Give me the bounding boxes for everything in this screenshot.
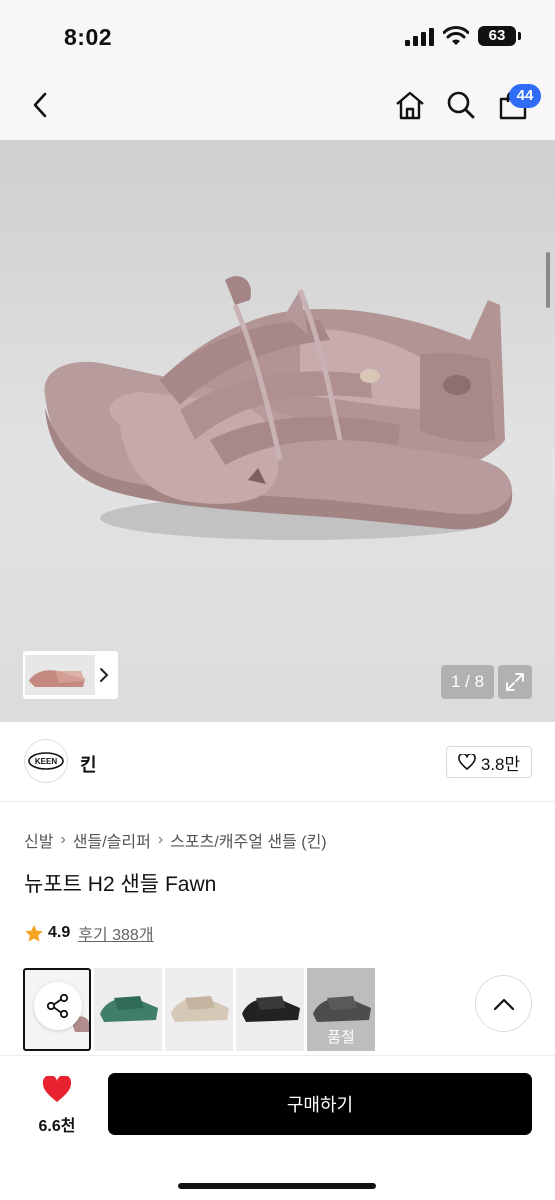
home-indicator xyxy=(178,1183,376,1189)
heart-filled-icon xyxy=(42,1075,72,1102)
product-image-gallery[interactable] xyxy=(0,140,555,722)
signal-icon xyxy=(405,28,434,46)
color-option-black-soldout[interactable]: 품절 xyxy=(307,968,375,1051)
breadcrumb-separator-icon: › xyxy=(157,831,164,848)
color-option-beige[interactable] xyxy=(165,968,233,1051)
brand-name[interactable]: 킨 xyxy=(80,751,97,777)
wifi-icon xyxy=(443,26,469,45)
rating-score: 4.9 xyxy=(48,924,71,941)
expand-image-button[interactable] xyxy=(498,665,532,699)
top-nav xyxy=(0,70,555,140)
star-icon xyxy=(25,924,43,942)
bottom-action-bar: 6.6천 구매하기 xyxy=(0,1055,555,1200)
battery-level: 63 xyxy=(488,27,506,44)
chevron-up-icon xyxy=(493,998,514,1010)
scroll-to-top-button[interactable] xyxy=(475,975,532,1032)
battery-cap xyxy=(518,32,521,40)
brand-like-button[interactable]: 3.8만 xyxy=(446,746,532,778)
chevron-right-icon xyxy=(100,668,109,682)
option-thumbnail xyxy=(242,996,300,1022)
share-icon xyxy=(46,993,69,1019)
expand-icon xyxy=(506,673,524,691)
color-option-black[interactable] xyxy=(236,968,304,1051)
status-bar: 8:02 63 xyxy=(0,0,555,70)
thumbnail-strip-button[interactable] xyxy=(23,651,118,699)
brand-logo-text: KEEN xyxy=(35,757,57,766)
option-thumbnail xyxy=(171,996,229,1022)
back-button[interactable] xyxy=(20,70,60,140)
breadcrumb-item[interactable]: 신발 xyxy=(24,828,53,852)
status-time: 8:02 xyxy=(64,24,113,50)
search-icon xyxy=(447,91,475,119)
battery-icon: 63 xyxy=(478,26,516,46)
breadcrumb-item[interactable]: 샌들/슬리퍼 xyxy=(73,828,151,852)
heart-outline-icon xyxy=(458,754,476,770)
keen-logo-icon: KEEN xyxy=(28,752,64,770)
image-pager: 1 / 8 xyxy=(441,665,494,699)
cart-count-badge: 44 xyxy=(509,84,541,108)
product-image xyxy=(44,276,513,540)
chevron-left-icon xyxy=(33,92,47,118)
wishlist-button[interactable]: 6.6천 xyxy=(22,1075,92,1136)
scroll-indicator xyxy=(546,252,550,308)
color-option-fawn[interactable] xyxy=(23,968,91,1051)
buy-button[interactable]: 구매하기 xyxy=(108,1073,532,1135)
brand-like-count: 3.8만 xyxy=(480,754,521,774)
rating-row: 4.9 후기 388개 xyxy=(24,921,154,945)
reviews-link[interactable]: 후기 388개 xyxy=(78,921,153,945)
option-thumbnail xyxy=(100,996,158,1022)
share-button[interactable] xyxy=(34,982,82,1030)
soldout-label: 품절 xyxy=(327,1029,355,1046)
home-icon xyxy=(396,91,424,120)
brand-logo[interactable]: KEEN xyxy=(24,739,68,783)
product-title: 뉴포트 H2 샌들 Fawn xyxy=(24,873,217,896)
search-button[interactable] xyxy=(441,70,481,140)
breadcrumb: 신발 › 샌들/슬리퍼 › 스포츠/캐주얼 샌들 (킨) xyxy=(24,828,327,852)
brand-row: KEEN 킨 3.8만 xyxy=(0,722,555,802)
home-button[interactable] xyxy=(390,70,430,140)
color-option-green[interactable] xyxy=(94,968,162,1051)
wishlist-count: 6.6천 xyxy=(38,1118,76,1135)
thumbnail-image xyxy=(25,655,95,695)
breadcrumb-item[interactable]: 스포츠/캐주얼 샌들 (킨) xyxy=(170,828,326,852)
thumbnail-sandal-image xyxy=(29,670,85,687)
breadcrumb-separator-icon: › xyxy=(60,831,66,848)
